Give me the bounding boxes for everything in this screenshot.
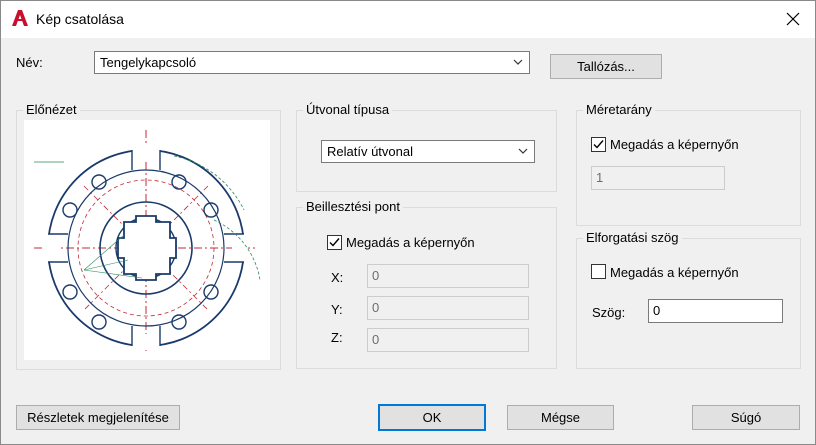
close-button[interactable]: [770, 0, 816, 38]
preview-image: [24, 120, 270, 360]
rotation-onscreen-checkbox[interactable]: [591, 264, 606, 279]
title-bar: Kép csatolása: [0, 0, 816, 38]
name-dropdown-value: Tengelykapcsoló: [100, 55, 197, 70]
angle-label: Szög:: [592, 305, 626, 320]
chevron-down-icon: [518, 148, 528, 154]
name-label: Név:: [16, 55, 43, 70]
preview-title: Előnézet: [23, 102, 80, 117]
x-field[interactable]: 0: [367, 264, 529, 288]
rotation-onscreen-label: Megadás a képernyőn: [610, 265, 739, 280]
autocad-a-icon: [12, 10, 28, 26]
y-label: Y:: [331, 302, 343, 317]
chevron-down-icon: [513, 59, 523, 65]
path-type-title: Útvonal típusa: [303, 102, 393, 117]
z-field[interactable]: 0: [367, 328, 529, 352]
show-details-button[interactable]: Részletek megjelenítése: [16, 405, 180, 430]
window-title: Kép csatolása: [36, 11, 124, 27]
scale-title: Méretarány: [583, 102, 655, 117]
checkmark-icon: [593, 140, 604, 149]
scale-field[interactable]: 1: [591, 166, 725, 190]
y-field[interactable]: 0: [367, 296, 529, 320]
insertion-point-title: Beillesztési pont: [303, 199, 403, 214]
cancel-button[interactable]: Mégse: [507, 405, 614, 430]
insertion-onscreen-label: Megadás a képernyőn: [346, 235, 475, 250]
checkmark-icon: [329, 238, 340, 247]
path-type-dropdown[interactable]: Relatív útvonal: [321, 140, 535, 163]
scale-onscreen-label: Megadás a képernyőn: [610, 137, 739, 152]
angle-field[interactable]: 0: [648, 299, 783, 323]
coupling-drawing: [34, 130, 261, 352]
z-label: Z:: [331, 330, 343, 345]
path-type-value: Relatív útvonal: [327, 144, 413, 159]
browse-button[interactable]: Tallózás...: [550, 54, 662, 79]
x-label: X:: [331, 270, 344, 285]
help-button[interactable]: Súgó: [692, 405, 800, 430]
name-dropdown[interactable]: Tengelykapcsoló: [94, 51, 530, 74]
rotation-title: Elforgatási szög: [583, 230, 682, 245]
close-icon: [786, 12, 800, 26]
insertion-onscreen-checkbox[interactable]: [327, 235, 342, 250]
scale-onscreen-checkbox[interactable]: [591, 137, 606, 152]
ok-button[interactable]: OK: [378, 404, 486, 431]
